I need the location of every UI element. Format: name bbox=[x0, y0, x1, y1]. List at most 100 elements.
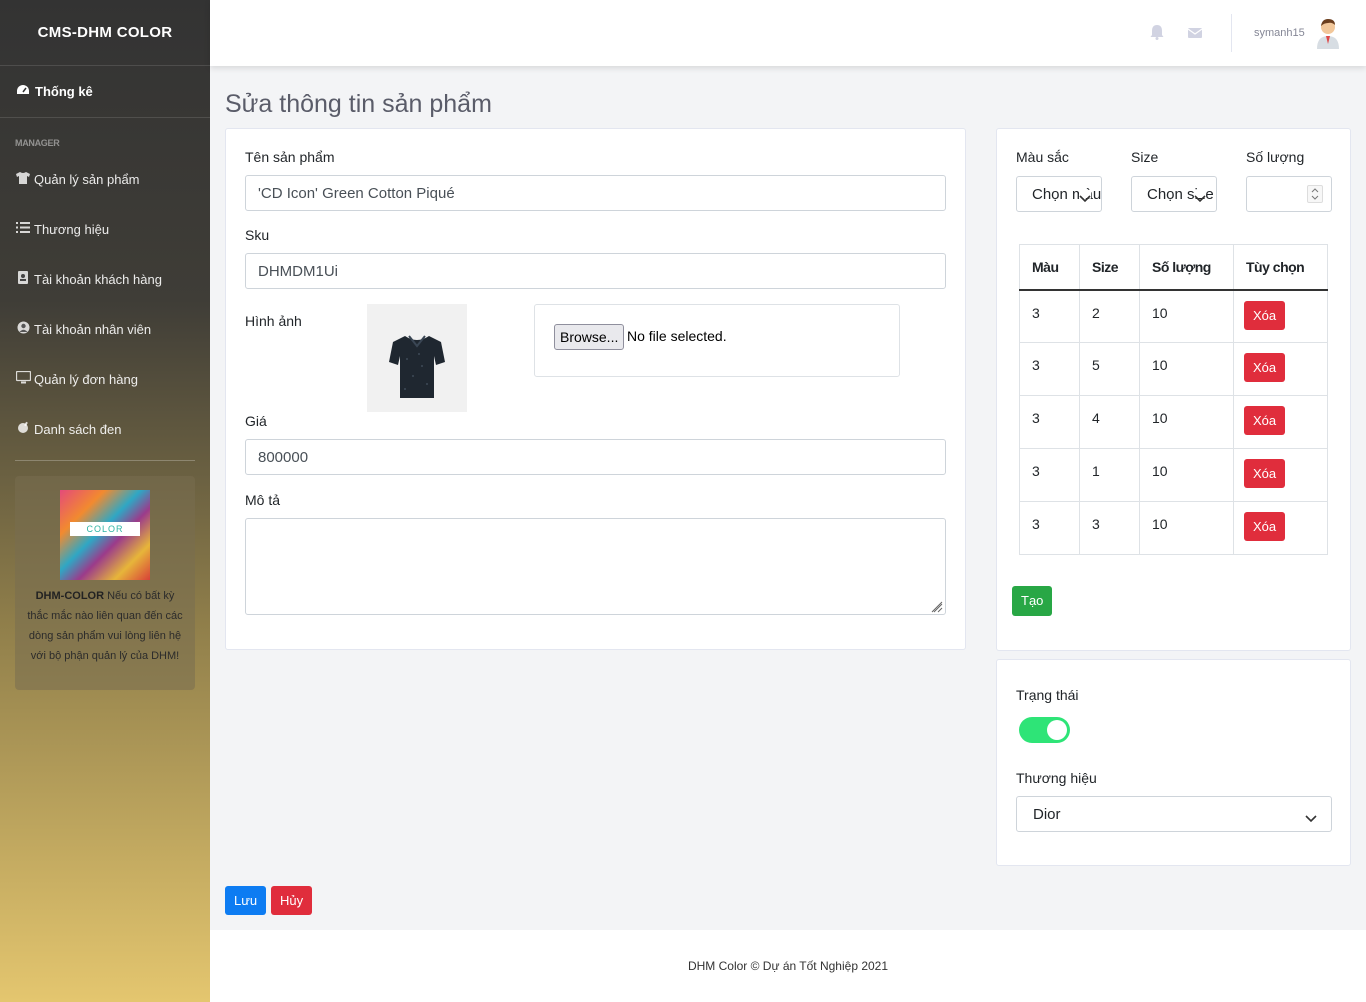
sidebar-promo-card: COLOR DHM-COLOR Nếu có bất kỳ thắc mắc n… bbox=[15, 476, 195, 690]
bell-icon[interactable] bbox=[1150, 24, 1164, 40]
delete-button[interactable]: Xóa bbox=[1244, 353, 1286, 382]
sku-input[interactable]: DHMDM1Ui bbox=[245, 253, 946, 289]
tachometer-icon bbox=[15, 84, 31, 99]
color-select[interactable]: Chọn màu bbox=[1016, 176, 1102, 212]
brand-select[interactable]: Dior bbox=[1016, 796, 1332, 832]
list-icon bbox=[15, 222, 31, 236]
sidebar-item-orders[interactable]: Quản lý đơn hàng bbox=[0, 354, 210, 404]
cell-size: 5 bbox=[1079, 342, 1140, 396]
quantity-label: Số lượng bbox=[1246, 149, 1305, 165]
cell-options: Xóa bbox=[1233, 448, 1328, 502]
delete-button[interactable]: Xóa bbox=[1244, 406, 1286, 435]
chevron-down-icon bbox=[1305, 810, 1317, 827]
sidebar-item-label: Danh sách đen bbox=[34, 421, 122, 437]
save-button[interactable]: Lưu bbox=[225, 886, 267, 915]
status-toggle[interactable] bbox=[1019, 717, 1070, 743]
avatar[interactable] bbox=[1314, 17, 1342, 49]
cell-size: 3 bbox=[1079, 501, 1140, 555]
table-row: 3 5 10 Xóa bbox=[1019, 342, 1328, 396]
product-form-card: Tên sản phẩm 'CD Icon' Green Cotton Piqu… bbox=[225, 128, 966, 650]
resize-grip-icon[interactable] bbox=[931, 600, 943, 613]
status-label: Trạng thái bbox=[1016, 687, 1079, 703]
price-label: Giá bbox=[245, 413, 267, 429]
cell-color: 3 bbox=[1019, 501, 1080, 555]
envelope-icon[interactable] bbox=[1187, 26, 1203, 38]
table-header-row: Màu Size Số lượng Tùy chọn bbox=[1019, 244, 1328, 291]
variant-card: Màu sắc Size Số lượng Chọn màu Chọn size… bbox=[996, 128, 1351, 651]
col-header-size: Size bbox=[1079, 244, 1140, 291]
logo-text: COLOR bbox=[70, 522, 140, 536]
table-row: 3 2 10 Xóa bbox=[1019, 289, 1328, 343]
description-label: Mô tả bbox=[245, 492, 281, 508]
topbar: symanh15 bbox=[210, 0, 1366, 66]
cell-quantity: 10 bbox=[1139, 448, 1234, 502]
username[interactable]: symanh15 bbox=[1254, 27, 1305, 39]
browse-button[interactable]: Browse... bbox=[554, 324, 625, 350]
dhm-color-logo: COLOR bbox=[60, 490, 150, 580]
footer: DHM Color © Dự án Tốt Nghiệp 2021 bbox=[210, 930, 1366, 1002]
description-textarea[interactable] bbox=[245, 518, 946, 615]
chevron-down-icon bbox=[1079, 190, 1091, 203]
file-upload: Browse... No file selected. bbox=[534, 304, 900, 377]
sidebar-item-dashboard[interactable]: Thống kê bbox=[0, 66, 210, 118]
delete-button[interactable]: Xóa bbox=[1244, 512, 1286, 541]
table-row: 3 3 10 Xóa bbox=[1019, 501, 1328, 555]
sidebar-item-label: Tài khoản khách hàng bbox=[34, 271, 162, 287]
cell-options: Xóa bbox=[1233, 501, 1328, 555]
cell-size: 4 bbox=[1079, 395, 1140, 449]
cell-quantity: 10 bbox=[1139, 289, 1234, 343]
sidebar-item-label: Tài khoản nhân viên bbox=[34, 321, 152, 337]
blacklist-icon bbox=[15, 421, 31, 437]
user-circle-icon bbox=[15, 321, 31, 337]
price-input[interactable]: 800000 bbox=[245, 439, 946, 475]
file-status: No file selected. bbox=[627, 328, 727, 344]
sidebar-item-employees[interactable]: Tài khoản nhân viên bbox=[0, 304, 210, 354]
brand-label: Thương hiệu bbox=[1016, 770, 1097, 786]
cell-quantity: 10 bbox=[1139, 342, 1234, 396]
size-label: Size bbox=[1131, 149, 1159, 165]
size-select[interactable]: Chọn size bbox=[1131, 176, 1217, 212]
sidebar-item-label: Thương hiệu bbox=[34, 221, 110, 237]
sidebar-item-label: Thống kê bbox=[35, 84, 93, 99]
cell-size: 1 bbox=[1079, 448, 1140, 502]
topbar-divider bbox=[1231, 14, 1232, 52]
delete-button[interactable]: Xóa bbox=[1244, 459, 1286, 488]
cell-color: 3 bbox=[1019, 448, 1080, 502]
sku-label: Sku bbox=[245, 227, 270, 243]
cell-quantity: 10 bbox=[1139, 501, 1234, 555]
color-label: Màu sắc bbox=[1016, 149, 1069, 165]
quantity-input[interactable] bbox=[1246, 176, 1332, 212]
cancel-button[interactable]: Hủy bbox=[271, 886, 313, 915]
sidebar-item-products[interactable]: Quản lý sản phẩm bbox=[0, 154, 210, 204]
cell-size: 2 bbox=[1079, 289, 1140, 343]
col-header-quantity: Số lượng bbox=[1139, 244, 1234, 291]
cell-color: 3 bbox=[1019, 289, 1080, 343]
name-label: Tên sản phẩm bbox=[245, 149, 335, 165]
status-card: Trạng thái Thương hiệu Dior bbox=[996, 659, 1351, 866]
sidebar-item-customers[interactable]: Tài khoản khách hàng bbox=[0, 254, 210, 304]
toggle-knob bbox=[1047, 720, 1067, 740]
table-row: 3 4 10 Xóa bbox=[1019, 395, 1328, 449]
table-row: 3 1 10 Xóa bbox=[1019, 448, 1328, 502]
sidebar: CMS-DHM COLOR Thống kê MANAGER Quản lý s… bbox=[0, 0, 210, 1002]
variant-table: Màu Size Số lượng Tùy chọn 3 2 10 Xóa 3 … bbox=[1019, 244, 1328, 555]
sidebar-heading: MANAGER bbox=[15, 138, 60, 148]
cell-options: Xóa bbox=[1233, 395, 1328, 449]
col-header-color: Màu bbox=[1019, 244, 1080, 291]
shirt-icon bbox=[15, 171, 31, 187]
image-label: Hình ảnh bbox=[245, 313, 302, 329]
sidebar-item-brands[interactable]: Thương hiệu bbox=[0, 204, 210, 254]
product-name-input[interactable]: 'CD Icon' Green Cotton Piqué bbox=[245, 175, 946, 211]
desktop-icon bbox=[15, 370, 31, 387]
promo-brand: DHM-COLOR bbox=[35, 590, 105, 602]
quantity-stepper[interactable] bbox=[1307, 185, 1323, 203]
cell-color: 3 bbox=[1019, 395, 1080, 449]
sidebar-divider bbox=[15, 460, 195, 461]
col-header-options: Tùy chọn bbox=[1233, 244, 1328, 291]
create-variant-button[interactable]: Tạo bbox=[1012, 586, 1053, 616]
sidebar-brand[interactable]: CMS-DHM COLOR bbox=[0, 0, 210, 66]
delete-button[interactable]: Xóa bbox=[1244, 300, 1286, 330]
sidebar-item-blacklist[interactable]: Danh sách đen bbox=[0, 404, 210, 454]
page-title: Sửa thông tin sản phẩm bbox=[225, 90, 492, 118]
footer-text: DHM Color © Dự án Tốt Nghiệp 2021 bbox=[687, 959, 889, 973]
